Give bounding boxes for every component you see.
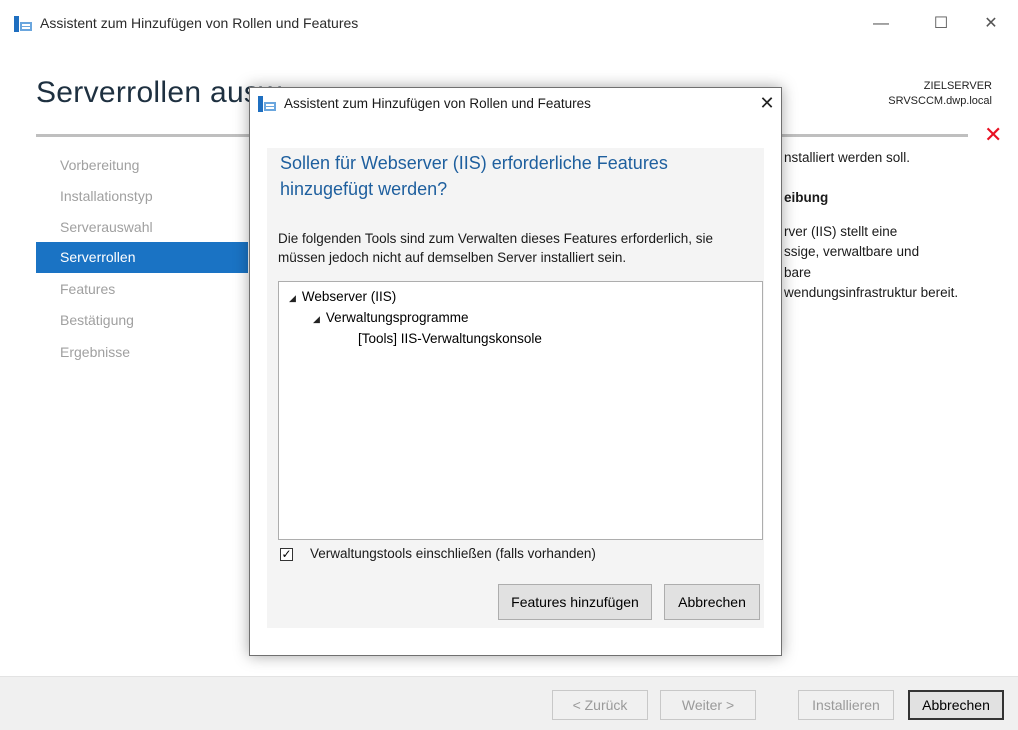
sidebar-item-ergebnisse[interactable]: Ergebnisse xyxy=(36,337,248,368)
dialog-question: Sollen für Webserver (IIS) erforderliche… xyxy=(280,153,668,199)
maximize-button[interactable]: ☐ xyxy=(926,10,956,38)
include-tools-label[interactable]: Verwaltungstools einschließen (falls vor… xyxy=(310,546,596,561)
description-line: bare xyxy=(784,265,812,280)
add-features-dialog: Assistent zum Hinzufügen von Rollen und … xyxy=(249,87,782,656)
sidebar-item-serverauswahl[interactable]: Serverauswahl xyxy=(36,212,248,243)
back-button[interactable]: < Zurück xyxy=(552,690,648,720)
sidebar-item-bestaetigung[interactable]: Bestätigung xyxy=(36,305,248,336)
target-server-name: SRVSCCM.dwp.local xyxy=(888,95,992,107)
window-titlebar: Assistent zum Hinzufügen von Rollen und … xyxy=(0,0,1018,46)
add-features-button[interactable]: Features hinzufügen xyxy=(498,584,652,620)
install-button[interactable]: Installieren xyxy=(798,690,894,720)
target-server-label: ZIELSERVER xyxy=(923,80,992,92)
tree-item-label: Verwaltungsprogramme xyxy=(325,310,469,325)
dialog-title: Assistent zum Hinzufügen von Rollen und … xyxy=(284,96,591,111)
minimize-button[interactable]: — xyxy=(866,10,896,38)
expand-arrow-icon[interactable]: ◢ xyxy=(313,314,320,325)
sidebar-item-vorbereitung[interactable]: Vorbereitung xyxy=(36,150,248,181)
include-tools-checkbox[interactable]: ✓ xyxy=(280,548,293,561)
sidebar-item-serverrollen[interactable]: Serverrollen xyxy=(36,242,248,273)
error-icon[interactable]: ✕ xyxy=(984,124,1002,146)
cancel-button[interactable]: Abbrechen xyxy=(908,690,1004,720)
description-line: ssige, verwaltbare und xyxy=(784,244,920,259)
tree-item-verwaltungsprogramme[interactable]: ◢ Verwaltungsprogramme xyxy=(313,310,469,325)
description-line: rver (IIS) stellt eine xyxy=(784,224,898,239)
window-title: Assistent zum Hinzufügen von Rollen und … xyxy=(40,15,359,31)
next-button[interactable]: Weiter > xyxy=(660,690,756,720)
description-heading: eibung xyxy=(784,190,829,205)
close-button[interactable]: ✕ xyxy=(976,10,1006,38)
tree-item-label: Webserver (IIS) xyxy=(301,289,397,304)
tree-item-iis-console[interactable]: [Tools] IIS-Verwaltungskonsole xyxy=(358,331,542,346)
expand-arrow-icon[interactable]: ◢ xyxy=(289,293,296,304)
page-title: Serverrollen ausw xyxy=(36,76,282,109)
dialog-cancel-button[interactable]: Abbrechen xyxy=(664,584,760,620)
sidebar-item-installationstyp[interactable]: Installationstyp xyxy=(36,181,248,212)
roles-instruction-text: nstalliert werden soll. xyxy=(784,150,911,165)
server-manager-icon xyxy=(14,16,32,32)
dialog-close-button[interactable]: ✕ xyxy=(756,92,778,114)
server-manager-icon xyxy=(258,96,276,112)
dialog-description: Die folgenden Tools sind zum Verwalten d… xyxy=(278,231,713,265)
features-tree[interactable]: ◢ Webserver (IIS) ◢ Verwaltungsprogramme [… xyxy=(278,281,763,540)
sidebar-item-features[interactable]: Features xyxy=(36,274,248,305)
description-line: wendungsinfrastruktur bereit. xyxy=(784,285,959,300)
tree-item-webserver[interactable]: ◢ Webserver (IIS) xyxy=(289,289,396,304)
